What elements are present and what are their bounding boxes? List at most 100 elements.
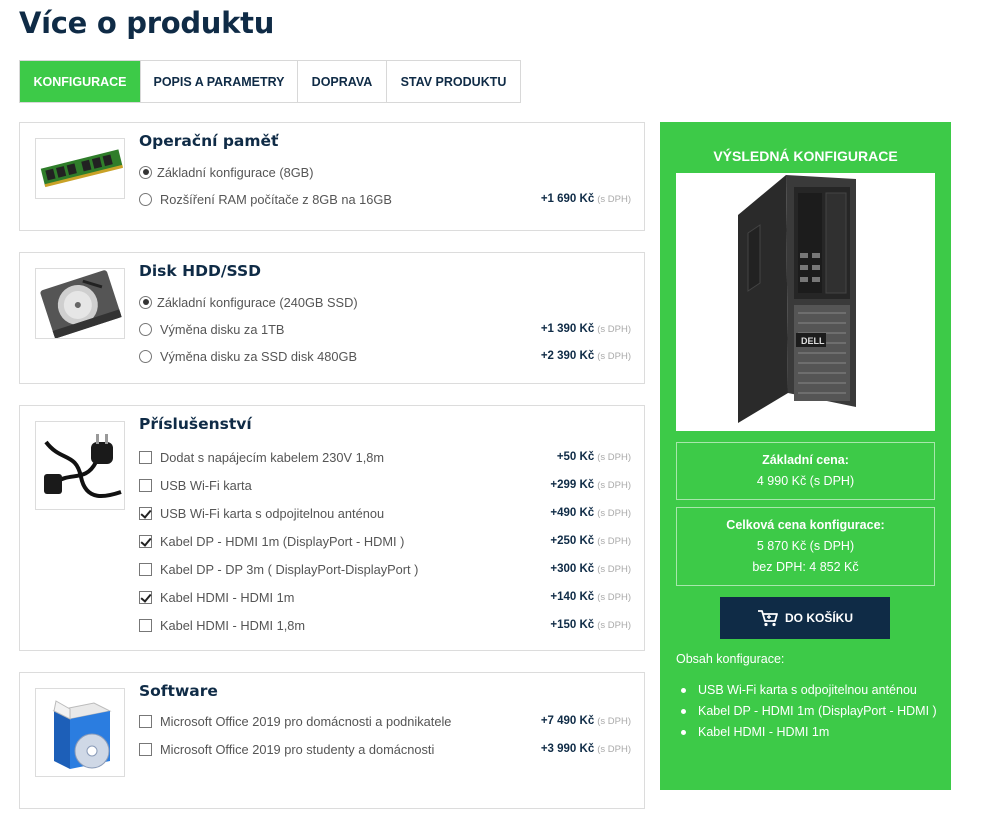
option-row[interactable]: Microsoft Office 2019 pro domácnosti a p… [139, 711, 631, 731]
radio-button[interactable] [139, 349, 152, 363]
option-price: +299 Kč [550, 479, 595, 491]
option-price: +2 390 Kč [540, 350, 595, 362]
add-to-cart-button[interactable]: DO KOŠÍKU [720, 597, 890, 639]
option-price: +490 Kč [550, 507, 595, 519]
total-price-box: Celková cena konfigurace: 5 870 Kč (s DP… [676, 507, 935, 586]
power-cable-icon [35, 421, 125, 510]
option-price: +1 390 Kč [540, 323, 595, 335]
section-operacni-pamet: Operační paměť Základní konfigurace (8GB… [19, 122, 645, 231]
option-label: Základní konfigurace (240GB SSD) [157, 294, 358, 310]
contents-item: Kabel HDMI - HDMI 1m [676, 722, 938, 743]
option-row[interactable]: Kabel HDMI - HDMI 1,8m +150 Kč (s DPH) [139, 615, 631, 635]
option-label: USB Wi-Fi karta [160, 477, 252, 493]
option-label: Základní konfigurace (8GB) [157, 164, 314, 180]
option-label: Kabel DP - DP 3m ( DisplayPort-DisplayPo… [160, 561, 419, 577]
option-label: Kabel HDMI - HDMI 1m [160, 589, 295, 605]
checkbox[interactable] [139, 590, 152, 604]
contents-item: USB Wi-Fi karta s odpojitelnou anténou [676, 680, 938, 701]
radio-button[interactable] [139, 322, 152, 336]
add-to-cart-label: DO KOŠÍKU [784, 611, 853, 625]
contents-list: USB Wi-Fi karta s odpojitelnou anténou K… [676, 680, 938, 743]
ram-module-icon [35, 138, 125, 199]
option-label: Microsoft Office 2019 pro studenty a dom… [160, 741, 435, 757]
option-row[interactable]: Základní konfigurace (8GB) [139, 162, 631, 182]
option-label: Dodat s napájecím kabelem 230V 1,8m [160, 449, 385, 465]
checkbox[interactable] [139, 742, 152, 756]
option-row[interactable]: Kabel HDMI - HDMI 1m +140 Kč (s DPH) [139, 587, 631, 607]
radio-button[interactable] [139, 192, 152, 206]
total-price-without-vat: bez DPH: 4 852 Kč [752, 560, 859, 574]
checkbox[interactable] [139, 450, 152, 464]
brand-logo: DELL [801, 336, 825, 346]
option-row[interactable]: Kabel DP - DP 3m ( DisplayPort-DisplayPo… [139, 559, 631, 579]
option-row[interactable]: Microsoft Office 2019 pro studenty a dom… [139, 739, 631, 759]
base-price-label: Základní cena: [762, 453, 849, 467]
option-row[interactable]: Rozšíření RAM počítače z 8GB na 16GB +1 … [139, 189, 631, 209]
tab-popis-a-parametry[interactable]: POPIS A PARAMETRY [141, 61, 298, 102]
option-label: Výměna disku za 1TB [160, 321, 285, 337]
vat-note: (s DPH) [597, 507, 631, 519]
option-label: Kabel HDMI - HDMI 1,8m [160, 617, 306, 633]
contents-label: Obsah konfigurace: [676, 652, 785, 666]
page-title: Více o produktu [19, 6, 275, 40]
option-label: Kabel DP - HDMI 1m (DisplayPort - HDMI ) [160, 533, 405, 549]
option-price: +140 Kč [550, 591, 595, 603]
option-price: +150 Kč [550, 619, 595, 631]
vat-note: (s DPH) [597, 323, 631, 335]
option-row[interactable]: Kabel DP - HDMI 1m (DisplayPort - HDMI )… [139, 531, 631, 551]
product-tabs: KONFIGURACE POPIS A PARAMETRY DOPRAVA ST… [19, 60, 521, 103]
section-disk: Disk HDD/SSD Základní konfigurace (240GB… [19, 252, 645, 384]
vat-note: (s DPH) [597, 619, 631, 631]
hard-disk-icon [35, 268, 125, 339]
tab-doprava[interactable]: DOPRAVA [298, 61, 387, 102]
option-label: Microsoft Office 2019 pro domácnosti a p… [160, 713, 452, 729]
cart-icon [757, 610, 778, 627]
option-label: USB Wi-Fi karta s odpojitelnou anténou [160, 505, 385, 521]
vat-note: (s DPH) [597, 591, 631, 603]
software-box-icon [35, 688, 125, 777]
option-row[interactable]: Základní konfigurace (240GB SSD) [139, 292, 631, 312]
vat-note: (s DPH) [597, 743, 631, 755]
option-row[interactable]: Dodat s napájecím kabelem 230V 1,8m +50 … [139, 447, 631, 467]
vat-note: (s DPH) [597, 563, 631, 575]
vat-note: (s DPH) [597, 193, 631, 205]
radio-button[interactable] [139, 165, 152, 179]
checkbox[interactable] [139, 534, 152, 548]
checkbox[interactable] [139, 506, 152, 520]
section-title: Disk HDD/SSD [139, 262, 261, 280]
vat-note: (s DPH) [597, 715, 631, 727]
vat-note: (s DPH) [597, 479, 631, 491]
option-price: +1 690 Kč [540, 193, 595, 205]
option-price: +300 Kč [550, 563, 595, 575]
summary-title: VÝSLEDNÁ KONFIGURACE [713, 148, 898, 164]
tab-stav-produktu[interactable]: STAV PRODUKTU [387, 61, 520, 102]
option-price: +250 Kč [550, 535, 595, 547]
total-price-label: Celková cena konfigurace: [726, 518, 885, 532]
option-row[interactable]: USB Wi-Fi karta s odpojitelnou anténou +… [139, 503, 631, 523]
tab-konfigurace[interactable]: KONFIGURACE [20, 61, 141, 102]
section-software: Software Microsoft Office 2019 pro domác… [19, 672, 645, 809]
summary-panel: VÝSLEDNÁ KONFIGURACE DELL Základní cena:… [660, 122, 951, 790]
option-price: +3 990 Kč [540, 743, 595, 755]
checkbox[interactable] [139, 478, 152, 492]
option-label: Rozšíření RAM počítače z 8GB na 16GB [160, 191, 392, 207]
vat-note: (s DPH) [597, 535, 631, 547]
base-price-box: Základní cena: 4 990 Kč (s DPH) [676, 442, 935, 500]
option-price: +50 Kč [556, 451, 595, 463]
vat-note: (s DPH) [597, 350, 631, 362]
option-price: +7 490 Kč [540, 715, 595, 727]
checkbox[interactable] [139, 618, 152, 632]
product-image: DELL [676, 173, 935, 431]
checkbox[interactable] [139, 562, 152, 576]
section-title: Příslušenství [139, 415, 252, 433]
option-row[interactable]: Výměna disku za 1TB +1 390 Kč (s DPH) [139, 319, 631, 339]
option-row[interactable]: Výměna disku za SSD disk 480GB +2 390 Kč… [139, 346, 631, 366]
base-price-value: 4 990 Kč (s DPH) [756, 474, 855, 488]
radio-button[interactable] [139, 295, 152, 309]
contents-item: Kabel DP - HDMI 1m (DisplayPort - HDMI ) [676, 701, 938, 722]
vat-note: (s DPH) [597, 451, 631, 463]
checkbox[interactable] [139, 714, 152, 728]
option-row[interactable]: USB Wi-Fi karta +299 Kč (s DPH) [139, 475, 631, 495]
section-title: Software [139, 682, 218, 700]
total-price-value: 5 870 Kč (s DPH) [756, 539, 855, 553]
